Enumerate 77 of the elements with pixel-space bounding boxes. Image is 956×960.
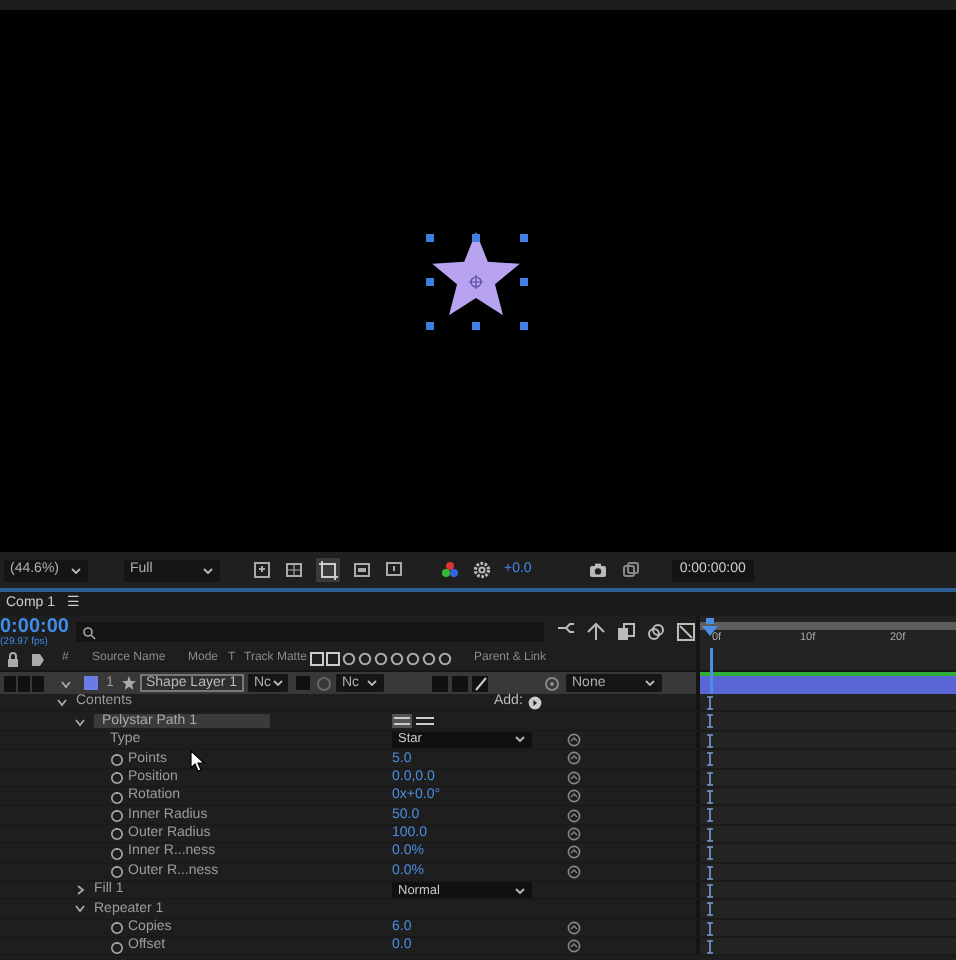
expression-pickwhip-icon[interactable]: [566, 919, 582, 936]
caret-icon: [271, 678, 284, 688]
playhead-icon[interactable]: [702, 618, 718, 636]
stopwatch-icon[interactable]: [110, 845, 124, 860]
search-icon: [82, 625, 98, 639]
expression-pickwhip-icon[interactable]: [566, 731, 582, 748]
anchor-point-icon[interactable]: [468, 274, 484, 290]
layer-switches-icon[interactable]: [432, 675, 492, 691]
expression-pickwhip-icon[interactable]: [566, 938, 582, 955]
path-direction-icon[interactable]: [392, 714, 436, 729]
visibility-toggle-icon[interactable]: [4, 675, 44, 691]
quality-switch-icon: [358, 652, 372, 666]
stopwatch-icon[interactable]: [110, 751, 124, 766]
expression-pickwhip-icon[interactable]: [566, 788, 582, 805]
grid-icon[interactable]: [284, 560, 304, 580]
stopwatch-icon[interactable]: [110, 864, 124, 879]
expression-pickwhip-icon[interactable]: [566, 863, 582, 880]
mask-icon[interactable]: [352, 560, 372, 580]
frame-blend-switch-icon: [390, 652, 404, 666]
expression-pickwhip-icon[interactable]: [566, 844, 582, 861]
frame-blend-icon[interactable]: [616, 622, 636, 642]
region-icon[interactable]: [384, 560, 404, 580]
duration-marker-icon: [706, 865, 714, 880]
duration-marker-icon: [706, 696, 714, 710]
transform-switch-icon: [342, 652, 356, 666]
current-time[interactable]: 0:00:00: [0, 617, 68, 637]
expression-pickwhip-icon[interactable]: [566, 825, 582, 842]
duration-marker-icon: [706, 921, 714, 936]
3d-switch-icon: [438, 652, 452, 666]
duration-marker-icon: [706, 902, 714, 917]
duration-marker-icon: [706, 771, 714, 786]
search-field[interactable]: [76, 622, 544, 642]
motion-blur-icon[interactable]: [646, 622, 666, 642]
stopwatch-icon[interactable]: [110, 826, 124, 841]
duration-marker-icon: [706, 752, 714, 767]
cursor-icon: [190, 750, 206, 772]
adjustment-switch-icon: [422, 652, 436, 666]
add-icon[interactable]: [528, 695, 543, 710]
crop-icon[interactable]: [316, 558, 340, 582]
solo-switch-icon: [310, 652, 324, 666]
lock-icon: [6, 651, 20, 667]
stopwatch-icon[interactable]: [110, 789, 124, 804]
caret-icon: [202, 565, 214, 575]
expression-pickwhip-icon[interactable]: [566, 750, 582, 767]
caret-icon: [366, 678, 378, 688]
stopwatch-icon[interactable]: [110, 770, 124, 785]
label-color-swatch[interactable]: [84, 676, 98, 690]
camera-icon[interactable]: [587, 560, 608, 580]
duration-marker-icon: [706, 883, 714, 898]
caret-icon: [70, 565, 82, 575]
motion-blur-switch-icon: [406, 652, 420, 666]
duration-marker-icon: [706, 714, 714, 729]
caret-icon: [514, 885, 526, 896]
selection-handles[interactable]: [426, 234, 528, 330]
duration-marker-icon: [706, 940, 714, 955]
mute-switch-icon: [326, 652, 340, 666]
expression-pickwhip-icon[interactable]: [566, 807, 582, 824]
caret-icon: [514, 734, 526, 745]
expression-pickwhip-icon[interactable]: [566, 769, 582, 786]
stopwatch-icon[interactable]: [110, 939, 124, 954]
caret-icon: [644, 678, 656, 688]
star-icon: [122, 676, 136, 690]
settings-icon[interactable]: [472, 560, 492, 580]
duration-marker-icon: [706, 789, 714, 804]
graph-editor-icon[interactable]: [676, 622, 696, 642]
star-shape[interactable]: [432, 232, 520, 316]
duration-marker-icon: [706, 808, 714, 823]
preserve-transparency-checkbox[interactable]: [296, 676, 310, 690]
effect-switch-icon: [374, 652, 388, 666]
stopwatch-icon[interactable]: [110, 920, 124, 935]
channels-icon[interactable]: [440, 560, 460, 580]
duration-marker-icon: [706, 846, 714, 861]
duration-marker-icon: [706, 733, 714, 748]
stopwatch-icon[interactable]: [110, 808, 124, 823]
duration-marker-icon: [706, 827, 714, 842]
pickwhip-icon[interactable]: [544, 675, 560, 691]
snapshot-region-icon[interactable]: [252, 560, 272, 580]
